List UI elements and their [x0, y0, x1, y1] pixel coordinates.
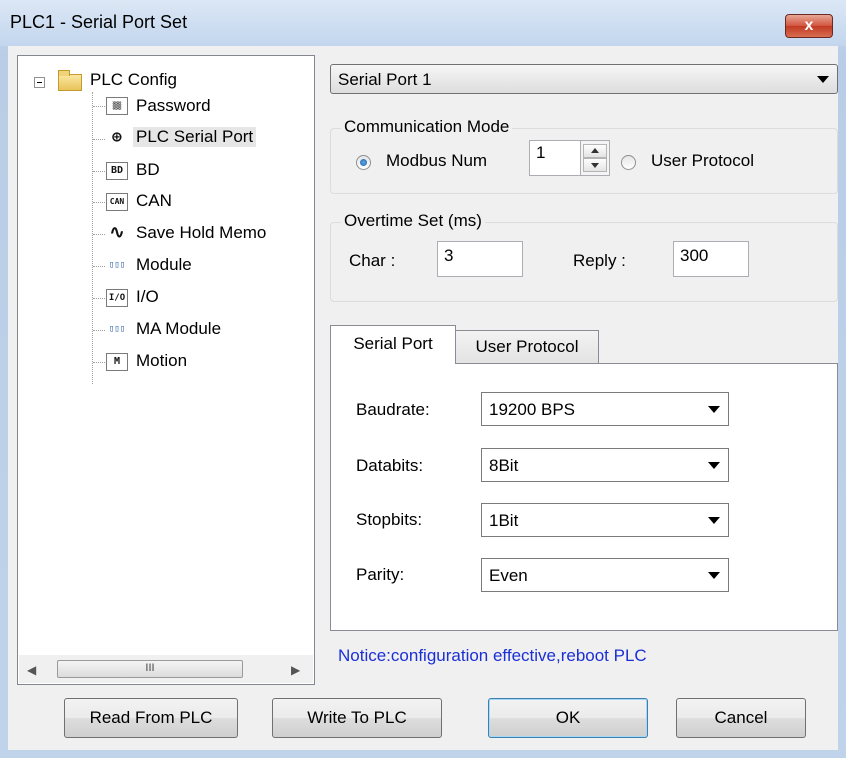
waveform-icon: ∿ [106, 224, 128, 243]
tree-item-ma-module[interactable]: MA Module [136, 319, 221, 339]
chevron-down-icon [817, 76, 829, 83]
tab-serial-port-label: Serial Port [353, 334, 433, 353]
tree-item-bd[interactable]: BD [136, 160, 160, 180]
tree-connector [93, 202, 107, 203]
serial-port-icon: ⊕ [106, 129, 128, 147]
char-value: 3 [444, 246, 454, 265]
databits-label: Databits: [356, 456, 424, 475]
bd-icon: BD [106, 162, 128, 180]
baudrate-select[interactable]: 19200 BPS [481, 392, 729, 426]
user-protocol-radio[interactable] [621, 155, 636, 170]
modbus-num-value: 1 [536, 143, 546, 162]
ok-button[interactable]: OK [488, 698, 648, 738]
reply-label: Reply : [573, 251, 626, 270]
tab-serial-port[interactable]: Serial Port [330, 325, 456, 364]
notice-text: Notice:configuration effective,reboot PL… [338, 646, 647, 665]
tree-item-password[interactable]: Password [136, 96, 211, 116]
tree-item-motion[interactable]: Motion [136, 351, 187, 371]
chevron-down-icon [708, 406, 720, 413]
ma-module-icon: ▯▯▯ [106, 321, 128, 339]
horizontal-scrollbar[interactable]: ◀ III ▶ [19, 655, 313, 683]
stopbits-select[interactable]: 1Bit [481, 503, 729, 537]
communication-mode-label: Communication Mode [341, 117, 513, 137]
write-to-plc-button[interactable]: Write To PLC [272, 698, 442, 738]
tree-connector [93, 330, 107, 331]
overtime-group: Overtime Set (ms) Char : 3 Reply : 300 [330, 211, 838, 302]
serial-port-select[interactable]: Serial Port 1 [330, 64, 838, 94]
stepper-down-icon[interactable] [583, 158, 607, 172]
tree-connector [93, 139, 107, 140]
parity-select[interactable]: Even [481, 558, 729, 592]
reply-input[interactable]: 300 [673, 241, 749, 277]
tree-connector [93, 106, 107, 107]
stopbits-value: 1Bit [489, 511, 519, 530]
cancel-button[interactable]: Cancel [676, 698, 806, 738]
chevron-down-icon [708, 517, 720, 524]
baudrate-value: 19200 BPS [489, 400, 576, 419]
char-input[interactable]: 3 [437, 241, 523, 277]
tree-item-io[interactable]: I/O [136, 287, 159, 307]
tree-connector [92, 92, 93, 384]
databits-value: 8Bit [489, 456, 519, 475]
tab-user-protocol[interactable]: User Protocol [455, 330, 599, 363]
tree-connector [93, 266, 107, 267]
tree-connector [93, 171, 107, 172]
char-label: Char : [349, 251, 396, 270]
title-bar[interactable]: PLC1 - Serial Port Set x [0, 0, 846, 46]
tab-user-protocol-label: User Protocol [475, 337, 579, 356]
tree-item-plc-serial-port[interactable]: PLC Serial Port [133, 127, 257, 147]
chevron-down-icon [708, 572, 720, 579]
serial-port-panel: Baudrate: 19200 BPS Databits: 8Bit Stopb… [330, 363, 838, 631]
stopbits-label: Stopbits: [356, 510, 423, 529]
module-icon: ▯▯▯ [106, 257, 128, 275]
tree-connector [93, 298, 107, 299]
scroll-thumb[interactable]: III [57, 660, 243, 678]
window-title: PLC1 - Serial Port Set [10, 12, 188, 32]
user-protocol-label: User Protocol [651, 151, 754, 170]
tree-connector [93, 362, 107, 363]
folder-icon [58, 70, 82, 91]
parity-value: Even [489, 566, 528, 585]
scroll-left-icon[interactable]: ◀ [27, 663, 36, 677]
collapse-toggle-icon[interactable] [34, 77, 45, 88]
config-tree[interactable]: PLC Config ▒▒ Password ⊕ PLC Serial Port… [17, 55, 315, 685]
modbus-num-stepper[interactable] [580, 140, 610, 176]
modbus-num-label: Modbus Num [386, 151, 488, 170]
communication-mode-group: Communication Mode Modbus Num 1 User Pro… [330, 117, 838, 194]
close-icon: x [804, 17, 814, 34]
tree-item-can[interactable]: CAN [136, 191, 172, 211]
chevron-down-icon [708, 462, 720, 469]
can-icon: CAN [106, 193, 128, 211]
baudrate-label: Baudrate: [356, 400, 430, 419]
modbus-num-input[interactable]: 1 [529, 140, 581, 176]
stepper-up-icon[interactable] [583, 144, 607, 158]
password-icon: ▒▒ [106, 97, 128, 115]
read-from-plc-button[interactable]: Read From PLC [64, 698, 238, 738]
io-icon: I/O [106, 289, 128, 307]
serial-port-select-value: Serial Port 1 [338, 70, 432, 89]
close-button[interactable]: x [785, 14, 833, 38]
parity-label: Parity: [356, 565, 405, 584]
databits-select[interactable]: 8Bit [481, 448, 729, 482]
tree-item-save-hold-memo[interactable]: Save Hold Memo [136, 223, 266, 243]
tree-item-module[interactable]: Module [136, 255, 192, 275]
reply-value: 300 [680, 246, 709, 265]
tree-root-label[interactable]: PLC Config [90, 70, 177, 90]
overtime-label: Overtime Set (ms) [341, 211, 485, 231]
dialog-window: PLC1 - Serial Port Set x PLC Config ▒▒ P… [0, 0, 846, 758]
motion-icon: M [106, 353, 128, 371]
scroll-right-icon[interactable]: ▶ [291, 663, 300, 677]
modbus-radio[interactable] [356, 155, 371, 170]
dialog-body: PLC Config ▒▒ Password ⊕ PLC Serial Port… [8, 46, 838, 750]
tree-connector [93, 234, 107, 235]
